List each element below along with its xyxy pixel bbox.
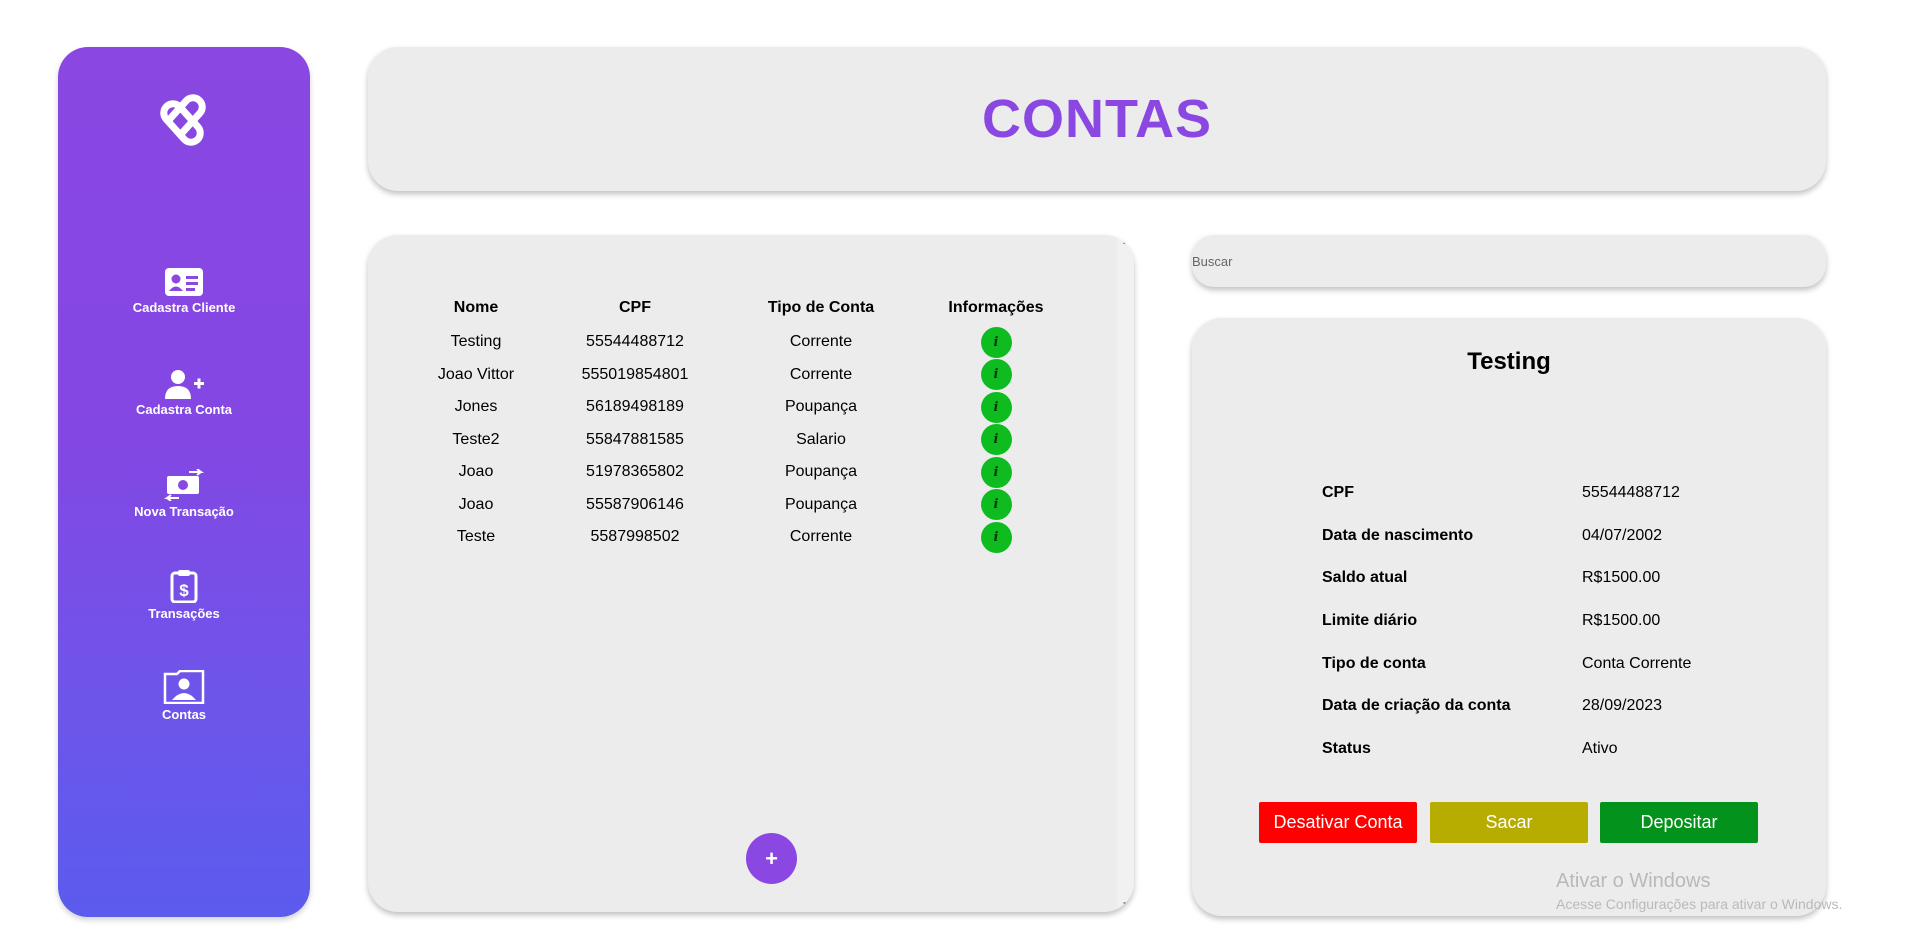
sidebar-item-label: Transações (148, 606, 220, 621)
field-value: Conta Corrente (1582, 655, 1692, 672)
table-row[interactable]: Joao 55587906146 Poupança i (423, 489, 1091, 522)
cell-cpf: 5587998502 (590, 528, 680, 546)
cell-cpf: 56189498189 (586, 398, 684, 416)
sidebar-item-contas[interactable]: Contas (58, 670, 310, 722)
table-row[interactable]: Teste2 55847881585 Salario i (423, 424, 1091, 457)
sidebar-item-label: Cadastra Conta (135, 402, 233, 417)
info-button[interactable]: i (980, 424, 1012, 456)
info-button[interactable]: i (980, 391, 1012, 423)
cell-nome: Jones (454, 398, 498, 416)
sidebar-item-label: Cadastra Cliente (132, 300, 236, 315)
info-button[interactable]: i (980, 456, 1012, 488)
money-transfer-icon (164, 469, 204, 501)
info-button[interactable]: i (980, 359, 1012, 391)
deposit-button[interactable]: Depositar (1600, 802, 1758, 843)
table-row[interactable]: Jones 56189498189 Poupança i (423, 391, 1091, 424)
table-row[interactable]: Testing 55544488712 Corrente i (423, 326, 1091, 359)
table-row[interactable]: Teste 5587998502 Corrente i (423, 521, 1091, 554)
column-header-tipo: Tipo de Conta (767, 299, 875, 316)
info-button[interactable]: i (980, 326, 1012, 358)
cell-cpf: 55544488712 (586, 333, 684, 351)
cell-cpf: 555019854801 (581, 365, 689, 383)
cell-nome: Joao Vittor (437, 365, 515, 383)
column-header-informacoes: Informações (948, 299, 1044, 316)
field-label: Status (1322, 740, 1371, 757)
cell-tipo: Salario (796, 430, 846, 448)
sidebar-item-label: Nova Transação (134, 504, 234, 519)
cell-cpf: 55587906146 (586, 495, 684, 513)
accounts-table: Nome CPF Tipo de Conta Informações Testi… (423, 290, 1091, 554)
cell-tipo: Poupança (784, 495, 858, 513)
sidebar-item-cadastra-cliente[interactable]: Cadastra Cliente (58, 267, 310, 315)
watermark-subtitle: Acesse Configurações para ativar o Windo… (1556, 896, 1843, 912)
cell-tipo: Corrente (789, 365, 853, 383)
cell-nome: Teste2 (452, 430, 500, 448)
add-account-button[interactable]: + (746, 833, 797, 884)
table-header-row: Nome CPF Tipo de Conta Informações (423, 290, 1091, 326)
withdraw-button[interactable]: Sacar (1430, 802, 1588, 843)
field-value: R$1500.00 (1582, 612, 1661, 629)
id-card-icon (165, 268, 203, 296)
cell-tipo: Poupança (784, 463, 858, 481)
field-value: 04/07/2002 (1582, 527, 1663, 544)
search-box (1192, 235, 1826, 287)
field-label: Limite diário (1322, 612, 1418, 629)
sidebar-item-cadastra-conta[interactable]: Cadastra Conta (58, 369, 310, 417)
info-button[interactable]: i (980, 521, 1012, 553)
field-value: 28/09/2023 (1582, 697, 1663, 714)
cell-nome: Testing (450, 333, 502, 351)
column-header-cpf: CPF (619, 299, 651, 316)
deactivate-account-button[interactable]: Desativar Conta (1259, 802, 1417, 843)
field-label: Data de criação da conta (1322, 697, 1511, 714)
user-plus-icon (165, 370, 204, 399)
cell-cpf: 55847881585 (586, 430, 684, 448)
info-button[interactable]: i (980, 489, 1012, 521)
folder-user-icon (163, 670, 205, 704)
windows-activation-watermark: Ativar o Windows Acesse Configurações pa… (1556, 870, 1842, 912)
page-header: CONTAS (368, 47, 1826, 191)
field-label: Tipo de conta (1322, 655, 1426, 672)
cell-tipo: Corrente (789, 333, 853, 351)
clipboard-dollar-icon: $ (170, 570, 198, 603)
field-value: R$1500.00 (1582, 569, 1661, 586)
sidebar-item-nova-transacao[interactable]: Nova Transação (58, 469, 310, 519)
field-label: CPF (1322, 484, 1354, 501)
scroll-down-icon[interactable]: ▼ (1117, 898, 1134, 912)
cell-nome: Teste (456, 528, 496, 546)
sidebar-item-label: Contas (161, 707, 207, 722)
scrollbar[interactable]: ▲ ▼ (1117, 235, 1134, 912)
detail-title: Testing (1467, 348, 1551, 375)
sidebar: Cadastra Cliente Cadastra Conta Nova Tra… (58, 47, 310, 917)
cell-tipo: Corrente (789, 528, 853, 546)
field-value: Ativo (1582, 740, 1618, 757)
scroll-up-icon[interactable]: ▲ (1117, 235, 1134, 249)
cell-nome: Joao (458, 463, 494, 481)
search-input[interactable] (1192, 235, 1826, 287)
cell-nome: Joao (458, 495, 494, 513)
accounts-table-panel: Nome CPF Tipo de Conta Informações Testi… (368, 235, 1134, 912)
field-value: 55544488712 (1582, 484, 1680, 501)
svg-text:$: $ (179, 581, 189, 600)
table-row[interactable]: Joao 51978365802 Poupança i (423, 456, 1091, 489)
field-label: Saldo atual (1322, 569, 1408, 586)
field-label: Data de nascimento (1322, 527, 1474, 544)
logo-icon[interactable] (150, 85, 220, 155)
column-header-nome: Nome (453, 299, 499, 316)
account-detail-panel: Testing CPF 55544488712 Data de nascimen… (1192, 318, 1826, 916)
page-title: CONTAS (982, 89, 1212, 149)
cell-tipo: Poupança (784, 398, 858, 416)
cell-cpf: 51978365802 (586, 463, 684, 481)
sidebar-item-transacoes[interactable]: $ Transações (58, 569, 310, 621)
watermark-title: Ativar o Windows (1556, 870, 1711, 892)
table-row[interactable]: Joao Vittor 555019854801 Corrente i (423, 359, 1091, 392)
